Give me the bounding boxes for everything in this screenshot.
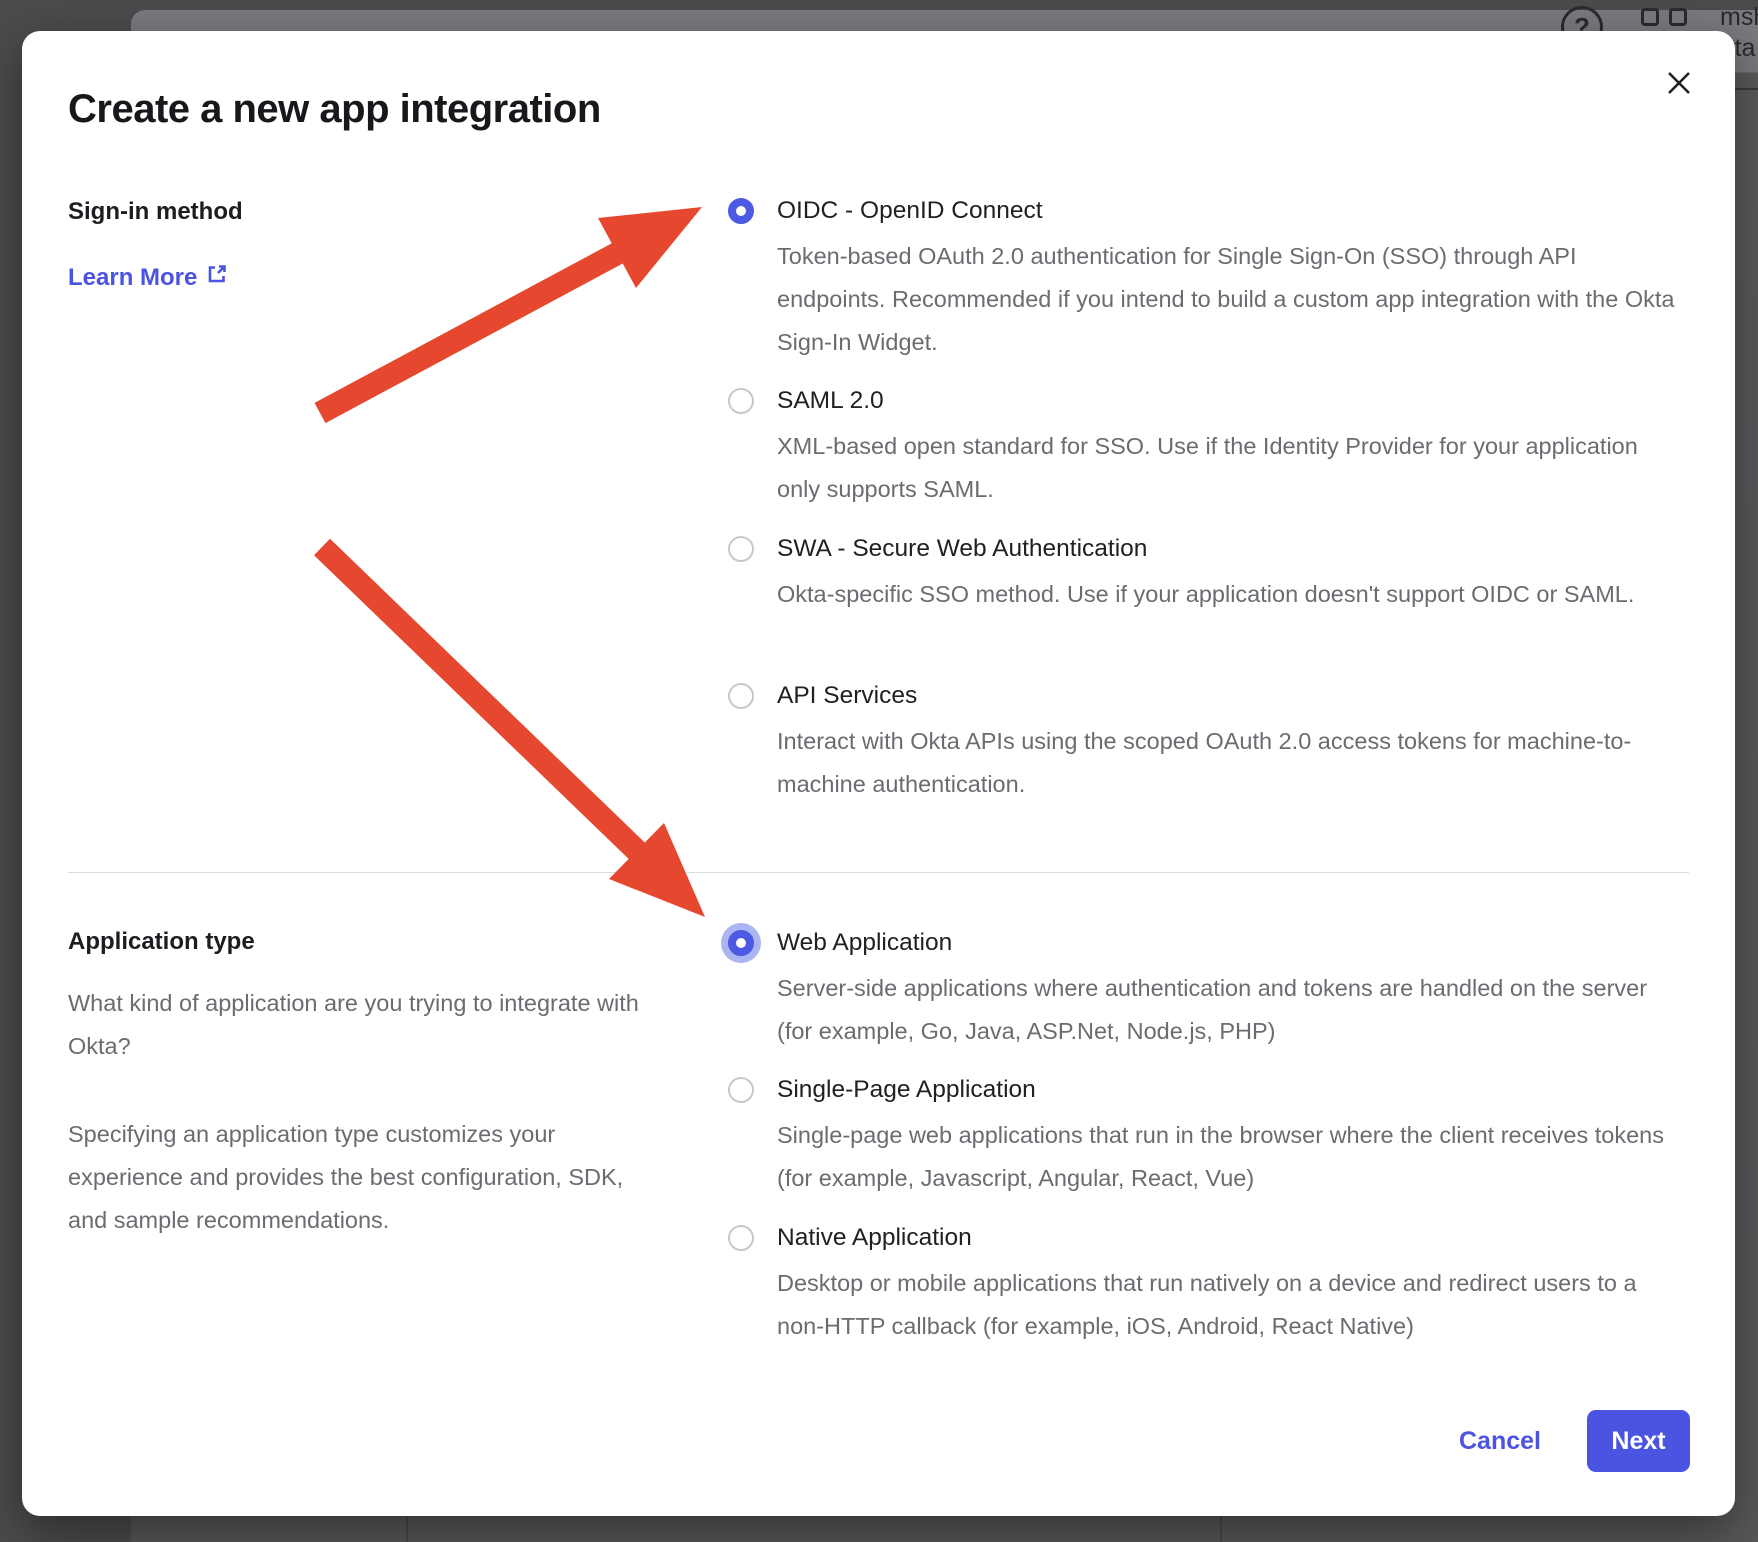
radio-web-application[interactable]	[728, 930, 754, 956]
option-label[interactable]: SWA - Secure Web Authentication	[777, 531, 1682, 567]
application-type-question: What kind of application are you trying …	[68, 982, 658, 1068]
option-label[interactable]: OIDC - OpenID Connect	[777, 193, 1682, 229]
option-label[interactable]: Single-Page Application	[777, 1072, 1682, 1108]
create-app-integration-dialog: Create a new app integration Sign-in met…	[22, 31, 1735, 1516]
application-type-heading: Application type	[68, 928, 255, 956]
option-description: Single-page web applications that run in…	[777, 1114, 1682, 1200]
option-description: Server-side applications where authentic…	[777, 967, 1682, 1053]
section-divider	[68, 872, 1689, 873]
apps-grid-icon	[1669, 8, 1687, 26]
radio-api-services[interactable]	[728, 683, 754, 709]
learn-more-label: Learn More	[68, 264, 197, 292]
signin-method-heading: Sign-in method	[68, 198, 243, 226]
apptype-option-spa[interactable]: Single-Page Application Single-page web …	[728, 1072, 1708, 1200]
next-button[interactable]: Next	[1587, 1410, 1690, 1472]
radio-single-page-application[interactable]	[728, 1077, 754, 1103]
radio-saml[interactable]	[728, 388, 754, 414]
option-description: XML-based open standard for SSO. Use if …	[777, 425, 1682, 511]
signin-option-swa[interactable]: SWA - Secure Web Authentication Okta-spe…	[728, 531, 1708, 616]
radio-swa[interactable]	[728, 536, 754, 562]
signin-option-saml[interactable]: SAML 2.0 XML-based open standard for SSO…	[728, 383, 1708, 511]
signin-option-api-services[interactable]: API Services Interact with Okta APIs usi…	[728, 678, 1708, 806]
radio-oidc[interactable]	[728, 198, 754, 224]
dialog-title: Create a new app integration	[68, 87, 601, 132]
option-label[interactable]: Native Application	[777, 1220, 1682, 1256]
radio-native-application[interactable]	[728, 1225, 754, 1251]
option-label[interactable]: API Services	[777, 678, 1682, 714]
apptype-option-native[interactable]: Native Application Desktop or mobile app…	[728, 1220, 1708, 1348]
external-link-icon	[206, 263, 228, 292]
option-description: Desktop or mobile applications that run …	[777, 1262, 1682, 1348]
option-description: Okta-specific SSO method. Use if your ap…	[777, 573, 1682, 616]
signin-option-oidc[interactable]: OIDC - OpenID Connect Token-based OAuth …	[728, 193, 1708, 364]
option-label[interactable]: SAML 2.0	[777, 383, 1682, 419]
application-type-note: Specifying an application type customize…	[68, 1113, 658, 1242]
close-icon[interactable]	[1663, 67, 1695, 99]
apptype-option-web[interactable]: Web Application Server-side applications…	[728, 925, 1708, 1053]
background-user-text: msh	[1720, 5, 1758, 30]
learn-more-link[interactable]: Learn More	[68, 263, 228, 292]
cancel-button[interactable]: Cancel	[1442, 1410, 1558, 1472]
apps-grid-icon	[1641, 8, 1659, 26]
option-label[interactable]: Web Application	[777, 925, 1682, 961]
option-description: Token-based OAuth 2.0 authentication for…	[777, 235, 1682, 364]
option-description: Interact with Okta APIs using the scoped…	[777, 720, 1682, 806]
